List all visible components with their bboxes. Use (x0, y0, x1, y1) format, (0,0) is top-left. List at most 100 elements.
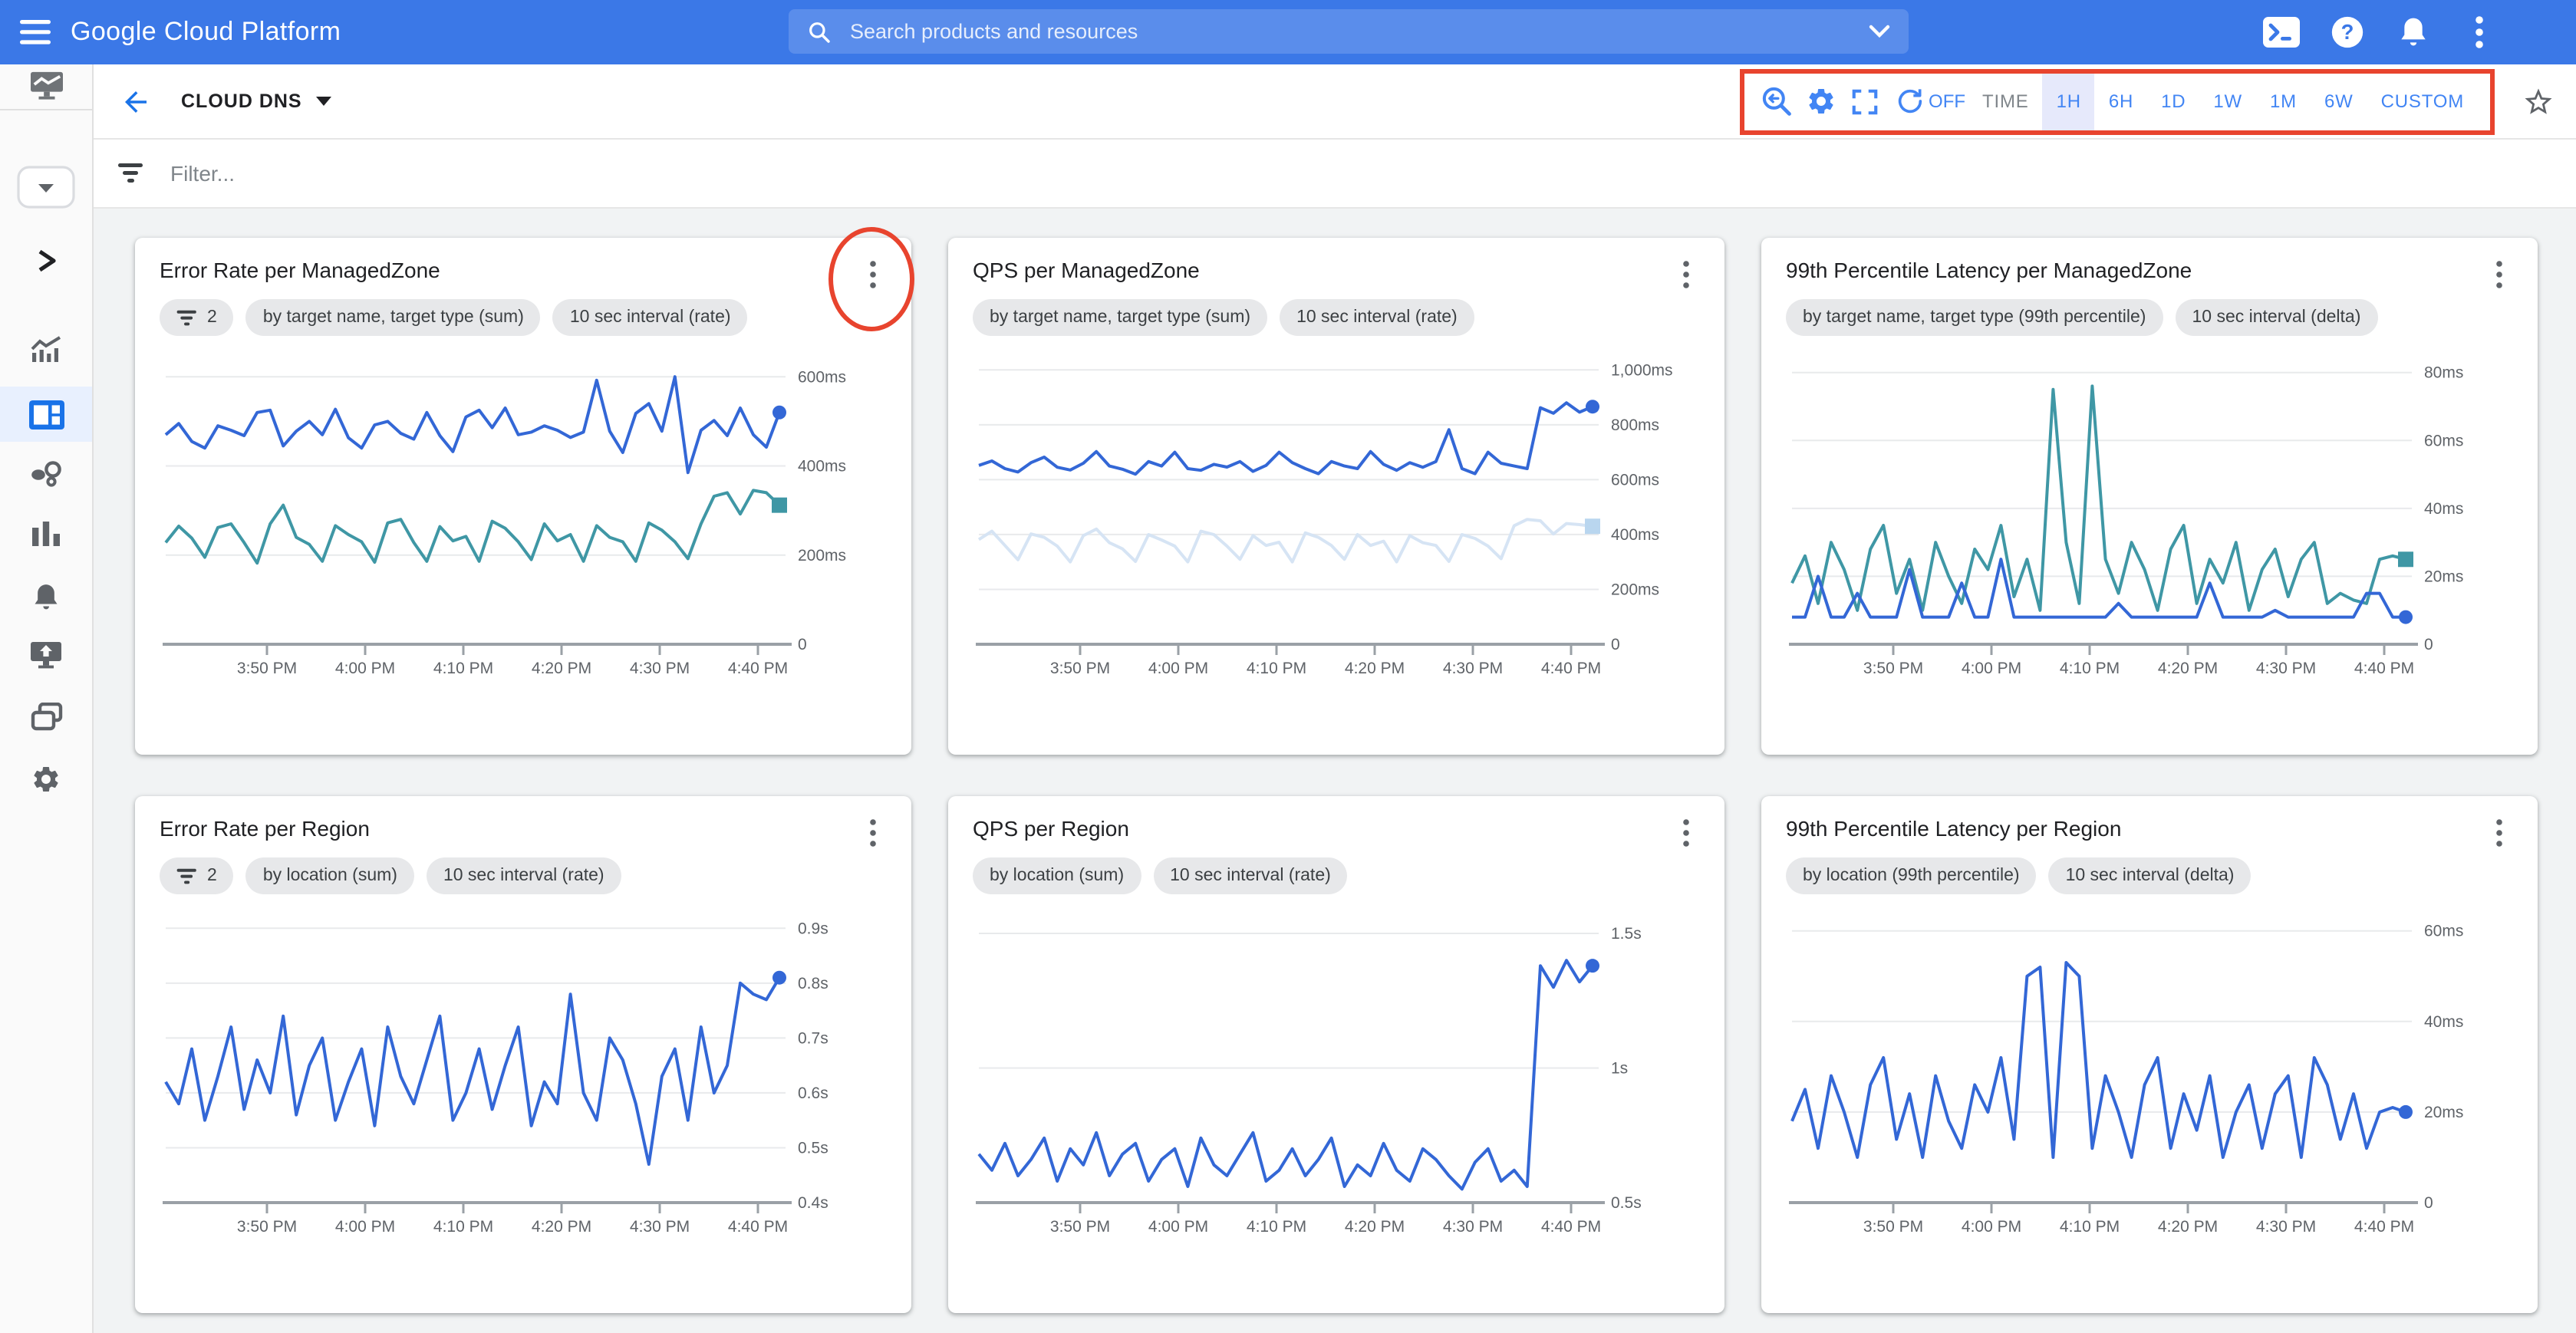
cloud-shell-icon (2263, 17, 2300, 48)
chip-label: 10 sec interval (rate) (1170, 867, 1331, 885)
svg-text:0.7s: 0.7s (798, 1029, 828, 1047)
svg-text:0: 0 (798, 636, 807, 653)
aggregation-chip[interactable]: 10 sec interval (rate) (553, 299, 748, 336)
sidebar-item-metrics-line-chart[interactable] (29, 334, 63, 365)
product-name[interactable]: Google Cloud Platform (71, 17, 341, 48)
dashboard-content: Error Rate per ManagedZone 2by target na… (92, 207, 2576, 1333)
chart-chips: by location (99th percentile) 10 sec inte… (1786, 857, 2513, 894)
help-button[interactable]: ? (2327, 12, 2367, 52)
svg-text:600ms: 600ms (1611, 471, 1659, 489)
filter-count-chip[interactable]: 2 (160, 299, 234, 336)
arrow-left-icon (119, 85, 151, 117)
chart-settings-button[interactable] (1798, 79, 1843, 123)
chart-menu-button[interactable] (2481, 256, 2518, 293)
global-search[interactable] (789, 9, 1909, 54)
chart-title: 99th Percentile Latency per Region (1786, 816, 2446, 841)
svg-text:4:40 PM: 4:40 PM (2354, 1218, 2414, 1236)
svg-text:4:40 PM: 4:40 PM (728, 660, 788, 677)
search-input[interactable] (847, 18, 1869, 44)
svg-text:4:00 PM: 4:00 PM (335, 660, 395, 677)
svg-text:4:10 PM: 4:10 PM (1247, 660, 1306, 677)
sidebar-item-groups-copy[interactable] (30, 703, 62, 732)
svg-text:3:50 PM: 3:50 PM (1050, 660, 1110, 677)
aggregation-chip[interactable]: by location (sum) (246, 857, 414, 894)
time-range-6w[interactable]: 6W (2311, 73, 2367, 130)
filter-icon (176, 309, 198, 326)
chevron-down-icon[interactable] (1869, 25, 1890, 38)
chart-card-p99-latency-per-managedzone: 99th Percentile Latency per ManagedZone … (1761, 238, 2538, 755)
dashboard-title[interactable]: CLOUD DNS (181, 91, 302, 112)
sidebar-item-bar-chart[interactable] (31, 522, 61, 546)
disable-zoom-icon (1759, 84, 1793, 118)
svg-text:0.5s: 0.5s (1611, 1194, 1642, 1212)
time-label: TIME (1982, 91, 2029, 112)
chart-menu-button[interactable] (1668, 815, 1705, 851)
sidebar-item-uptime-monitor[interactable] (29, 640, 63, 670)
chip-label: 2 (207, 867, 217, 885)
sidebar-item-expand-chevron[interactable] (35, 248, 58, 273)
aggregation-chip[interactable]: 10 sec interval (rate) (1153, 857, 1348, 894)
search-icon (807, 19, 832, 44)
aggregation-chip[interactable]: 10 sec interval (delta) (2175, 299, 2377, 336)
auto-refresh-button[interactable] (1887, 79, 1932, 123)
aggregation-chip[interactable]: 10 sec interval (delta) (2049, 857, 2252, 894)
chart-canvas: 1.5s1s0.5s3:50 PM4:00 PM4:10 PM4:20 PM4:… (973, 902, 1700, 1249)
sidebar-item-services-circles[interactable] (28, 457, 64, 488)
svg-text:4:00 PM: 4:00 PM (335, 1218, 395, 1236)
caret-down-icon (316, 97, 331, 106)
disable-zoom-button[interactable] (1754, 79, 1798, 123)
sidebar-item-alerting-bell[interactable] (31, 581, 61, 612)
fullscreen-button[interactable] (1843, 79, 1887, 123)
more-menu-button[interactable] (2459, 12, 2499, 52)
dashboard-title-caret[interactable] (316, 97, 331, 106)
svg-text:200ms: 200ms (1611, 581, 1659, 598)
time-range-6h[interactable]: 6H (2095, 73, 2147, 130)
svg-text:60ms: 60ms (2424, 923, 2463, 940)
svg-text:4:10 PM: 4:10 PM (433, 1218, 493, 1236)
svg-text:60ms: 60ms (2424, 432, 2463, 449)
kebab-icon (2496, 819, 2502, 847)
sidebar-item-workspace-selector-dropdown[interactable] (17, 166, 75, 209)
chart-menu-button[interactable] (855, 815, 891, 851)
aggregation-chip[interactable]: by location (sum) (973, 857, 1141, 894)
bell-icon (2398, 15, 2429, 49)
more-vertical-icon (2475, 15, 2484, 49)
svg-text:80ms: 80ms (2424, 364, 2463, 382)
chart-chips: by target name, target type (sum) 10 sec … (973, 299, 1700, 336)
time-range-custom[interactable]: CUSTOM (2367, 73, 2478, 130)
filter-count-chip[interactable]: 2 (160, 857, 234, 894)
time-range-1d[interactable]: 1D (2147, 73, 2199, 130)
notifications-button[interactable] (2393, 12, 2433, 52)
time-range-1w[interactable]: 1W (2199, 73, 2256, 130)
svg-text:4:10 PM: 4:10 PM (2060, 1218, 2120, 1236)
chip-label: by location (sum) (990, 867, 1124, 885)
chart-menu-button[interactable] (1668, 256, 1705, 293)
aggregation-chip[interactable]: by target name, target type (sum) (973, 299, 1267, 336)
svg-text:4:30 PM: 4:30 PM (630, 660, 690, 677)
chart-menu-button[interactable] (855, 256, 891, 293)
svg-text:4:30 PM: 4:30 PM (1443, 1218, 1503, 1236)
back-button[interactable] (114, 80, 156, 123)
favorite-button[interactable] (2518, 81, 2558, 121)
svg-text:3:50 PM: 3:50 PM (1863, 660, 1923, 677)
filter-input[interactable] (167, 159, 787, 186)
time-range-1m[interactable]: 1M (2256, 73, 2311, 130)
chip-label: 10 sec interval (delta) (2066, 867, 2235, 885)
aggregation-chip[interactable]: by target name, target type (99th percen… (1786, 299, 2163, 336)
chip-label: 10 sec interval (rate) (570, 308, 731, 327)
chip-label: by target name, target type (sum) (263, 308, 524, 327)
chip-label: by target name, target type (sum) (990, 308, 1250, 327)
aggregation-chip[interactable]: 10 sec interval (rate) (427, 857, 621, 894)
sidebar-item-dashboards-selected[interactable] (0, 387, 92, 442)
sidebar-item-settings-gear[interactable] (31, 764, 61, 795)
chart-menu-button[interactable] (2481, 815, 2518, 851)
chart-canvas: 0.9s0.8s0.7s0.6s0.5s0.4s3:50 PM4:00 PM4:… (160, 902, 887, 1249)
aggregation-chip[interactable]: 10 sec interval (rate) (1280, 299, 1474, 336)
menu-button[interactable] (0, 0, 71, 64)
cloud-shell-button[interactable] (2261, 12, 2301, 52)
time-range-1h[interactable]: 1H (2043, 73, 2095, 130)
svg-text:600ms: 600ms (798, 368, 846, 386)
aggregation-chip[interactable]: by target name, target type (sum) (246, 299, 541, 336)
aggregation-chip[interactable]: by location (99th percentile) (1786, 857, 2037, 894)
kebab-icon (2496, 261, 2502, 288)
